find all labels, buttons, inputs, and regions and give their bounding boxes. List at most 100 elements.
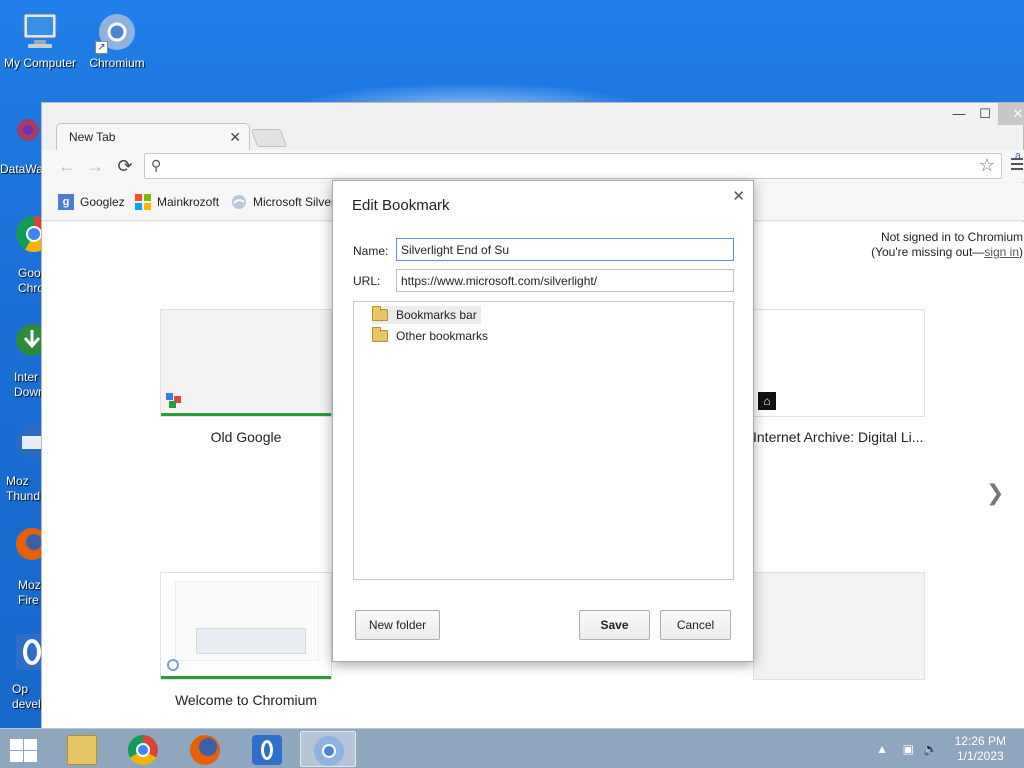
chromium-favicon-icon xyxy=(167,659,179,671)
tab-title: New Tab xyxy=(69,130,116,144)
desktop-side-label: Op devel xyxy=(12,682,41,711)
start-button[interactable] xyxy=(8,737,38,763)
google-favicon-icon xyxy=(166,393,182,409)
datawatch-icon xyxy=(17,119,39,141)
windows-logo-pane xyxy=(24,739,37,750)
taskbar-firefox[interactable] xyxy=(177,731,233,767)
thunderbird-icon xyxy=(16,426,48,458)
desktop-icon-datawa[interactable] xyxy=(14,116,44,152)
window-controls: — ☐ ✕ xyxy=(946,103,1024,125)
desktop-icon-firefox[interactable] xyxy=(14,526,48,566)
most-visited-tile[interactable] xyxy=(160,572,332,680)
desktop-icon-internet-download[interactable] xyxy=(14,322,48,362)
bookmark-microsoft-silverlight[interactable]: Microsoft Silver xyxy=(231,194,335,210)
computer-icon xyxy=(18,10,62,54)
system-clock[interactable]: 12:26 PM 1/1/2023 xyxy=(955,734,1006,764)
folder-icon xyxy=(372,306,388,321)
tile-underline xyxy=(161,676,331,679)
desktop-side-label: Moz Thund xyxy=(6,474,41,503)
reload-icon[interactable]: ⟳ xyxy=(114,156,136,177)
bookmark-mainkrozoft[interactable]: Mainkrozoft xyxy=(135,194,219,210)
bookmark-url-input[interactable] xyxy=(396,269,734,292)
chrome-icon xyxy=(128,735,158,765)
shortcut-arrow-icon: ↗ xyxy=(95,41,108,54)
opera-icon xyxy=(252,735,282,765)
chromium-icon xyxy=(314,736,344,766)
volume-icon[interactable]: 🔈 xyxy=(923,742,938,756)
taskbar-opera[interactable] xyxy=(239,731,295,767)
cancel-button[interactable]: Cancel xyxy=(660,610,731,640)
omnibox[interactable]: ⚲ ☆ xyxy=(144,153,1002,179)
bookmark-googlez[interactable]: g Googlez xyxy=(58,194,125,210)
chromium-icon-center xyxy=(322,744,336,758)
new-folder-button[interactable]: New folder xyxy=(355,610,440,640)
taskbar-chromium[interactable] xyxy=(300,731,356,767)
search-icon: ⚲ xyxy=(151,157,162,173)
tile-screenshot-bar xyxy=(196,628,306,654)
windows-logo-pane xyxy=(24,751,37,762)
desktop-icon-chromium[interactable]: ↗ Chromium xyxy=(77,10,157,70)
forward-icon[interactable]: → xyxy=(84,156,106,177)
bookmark-name-input[interactable] xyxy=(396,238,734,261)
dialog-close-icon[interactable]: ✕ xyxy=(732,187,745,205)
desktop-icon-my-computer[interactable]: My Computer xyxy=(0,10,80,70)
show-hidden-icons-icon[interactable]: ▲ xyxy=(876,742,888,756)
edit-bookmark-dialog: Edit Bookmark ✕ Name: URL: Bookmarks bar… xyxy=(332,180,754,662)
save-button[interactable]: Save xyxy=(579,610,650,640)
firefox-icon xyxy=(16,528,48,560)
desktop-icon-label: My Computer xyxy=(3,56,77,70)
windows-favicon-icon xyxy=(135,194,151,210)
most-visited-tile[interactable] xyxy=(160,309,332,417)
tile-label: Welcome to Chromium xyxy=(174,692,318,708)
desktop-icon-opera-developer[interactable] xyxy=(14,632,44,676)
bookmark-star-icon[interactable]: ☆ xyxy=(979,155,995,176)
desktop-side-label: DataWa xyxy=(0,162,43,176)
sign-in-link[interactable]: sign in xyxy=(984,245,1019,259)
firefox-icon xyxy=(190,735,220,765)
desktop-icon-google-chrome[interactable] xyxy=(14,214,53,254)
chromium-icon: ↗ xyxy=(95,10,139,54)
new-tab-button[interactable] xyxy=(250,129,288,147)
url-label: URL: xyxy=(353,274,381,288)
folder-other-bookmarks[interactable]: Other bookmarks xyxy=(372,327,492,345)
windows-logo-icon xyxy=(10,739,23,750)
next-page-arrow-icon[interactable]: ❯ xyxy=(986,480,1004,506)
tile-screenshot xyxy=(175,581,319,661)
file-explorer-icon xyxy=(67,735,97,765)
taskbar: ▲ ▣ 🔈 12:26 PM 1/1/2023 xyxy=(0,728,1024,768)
back-icon[interactable]: ← xyxy=(56,156,78,177)
desktop-side-label: Moz Fire xyxy=(18,578,41,607)
windows-logo-pane xyxy=(10,751,23,762)
folder-icon xyxy=(372,327,388,342)
browser-toolbar: ← → ⟳ ⚲ ☆ a xyxy=(42,150,1024,182)
window-close-icon[interactable]: ✕ xyxy=(998,103,1024,125)
minimize-icon[interactable]: — xyxy=(946,103,972,125)
signin-notice: Not signed in to Chromium (You're missin… xyxy=(871,230,1023,259)
desktop-icon-thunderbird[interactable] xyxy=(14,424,48,464)
silverlight-favicon-icon xyxy=(231,194,247,210)
most-visited-tile[interactable]: ⌂ xyxy=(753,309,925,417)
taskbar-chrome[interactable] xyxy=(115,731,171,767)
chrome-icon xyxy=(15,216,53,253)
menu-icon[interactable] xyxy=(1011,158,1023,173)
google-favicon-icon: g xyxy=(58,194,74,210)
desktop-icon-label: Chromium xyxy=(89,56,145,70)
chrome-icon-center xyxy=(136,743,150,757)
folder-tree[interactable]: Bookmarks bar Other bookmarks xyxy=(353,301,734,580)
tile-label: Old Google xyxy=(210,429,282,445)
network-icon[interactable]: ▣ xyxy=(903,742,914,756)
tab-new-tab[interactable]: New Tab ✕ xyxy=(56,123,250,151)
opera-icon xyxy=(16,634,44,670)
taskbar-file-explorer[interactable] xyxy=(54,731,110,767)
dialog-title: Edit Bookmark xyxy=(352,197,450,214)
name-label: Name: xyxy=(353,244,389,258)
opera-icon-ring xyxy=(261,740,273,760)
folder-bookmarks-bar[interactable]: Bookmarks bar xyxy=(372,306,481,324)
tile-label: Internet Archive: Digital Li... xyxy=(753,429,924,445)
maximize-icon[interactable]: ☐ xyxy=(972,103,998,125)
download-manager-icon xyxy=(16,324,48,356)
most-visited-tile-empty xyxy=(753,572,925,680)
archive-favicon-icon: ⌂ xyxy=(758,392,776,410)
tab-close-icon[interactable]: ✕ xyxy=(229,129,241,146)
tile-underline xyxy=(161,413,331,416)
